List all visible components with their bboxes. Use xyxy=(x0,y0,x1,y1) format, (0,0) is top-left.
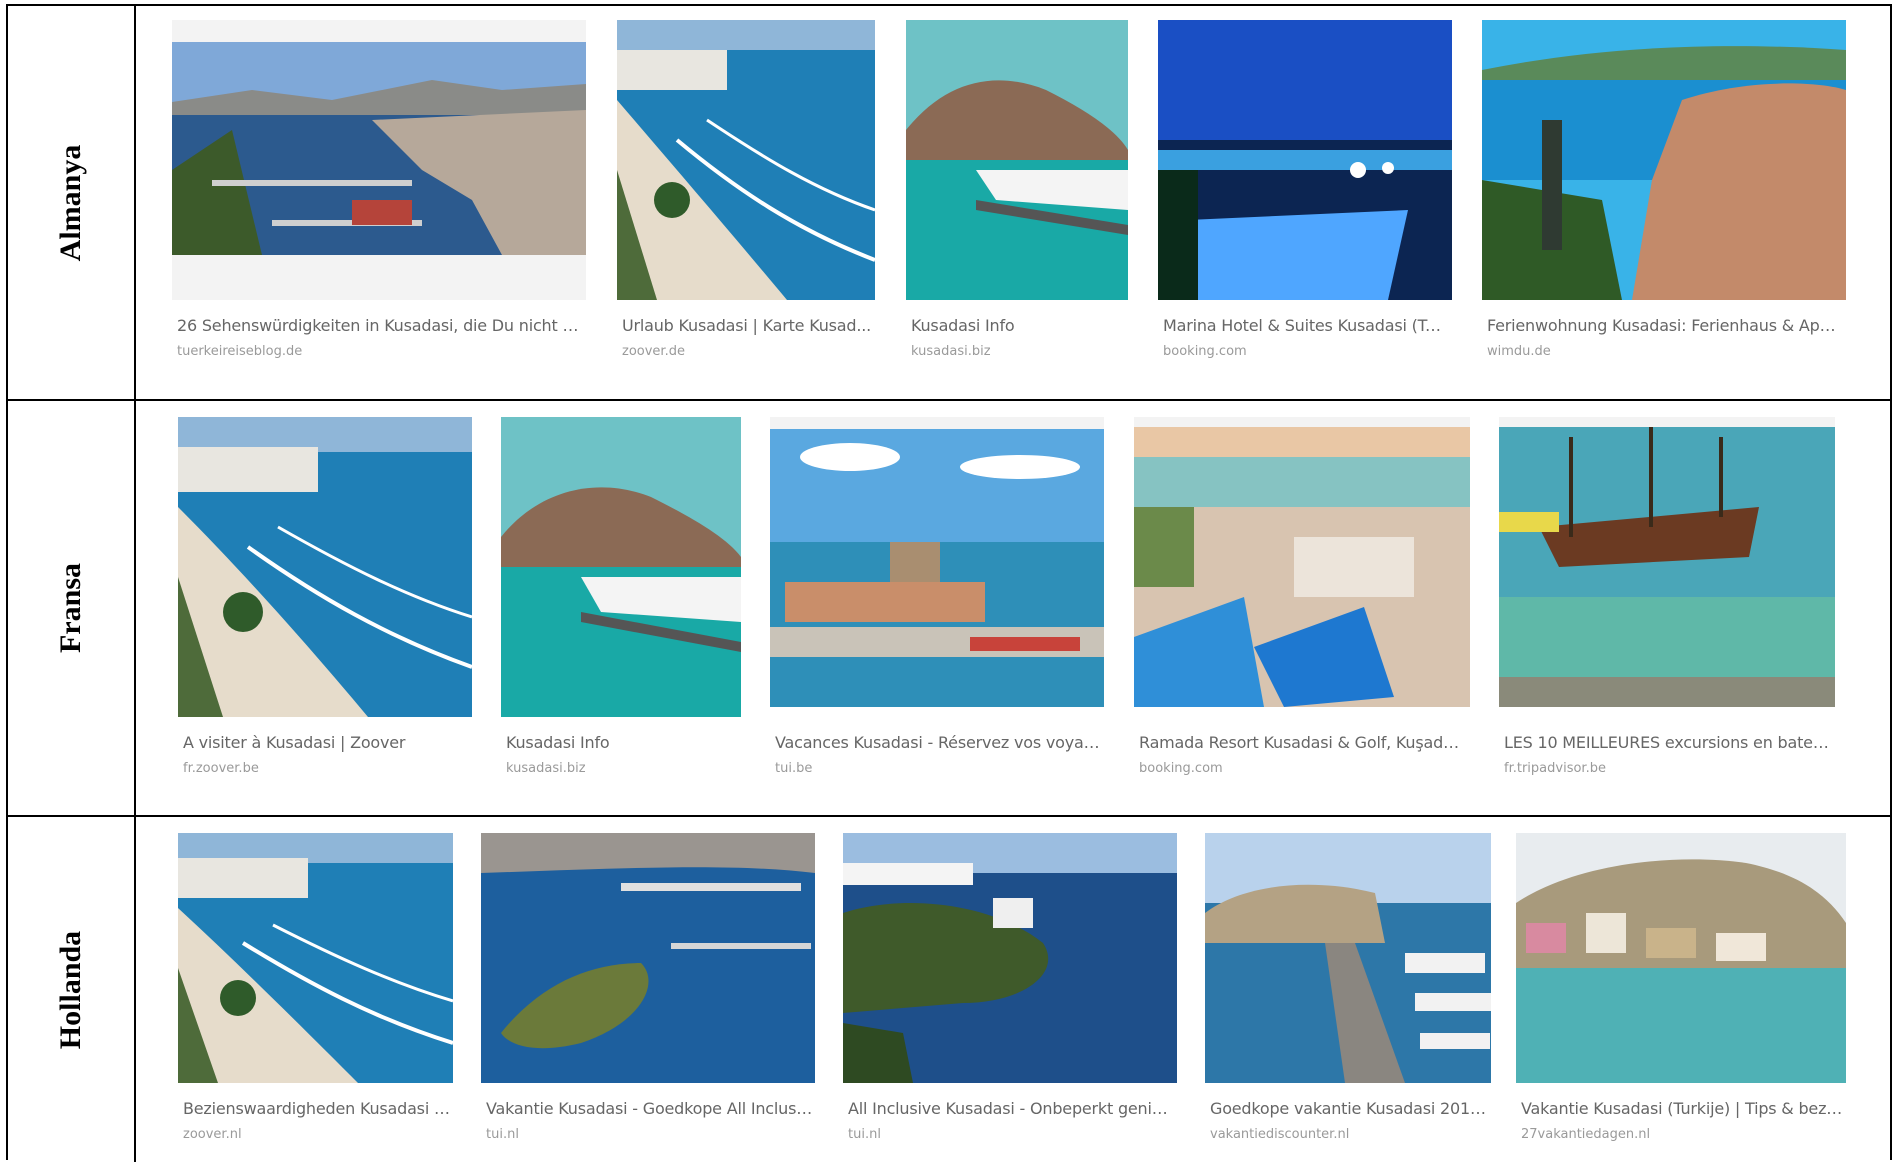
peninsula-icon[interactable] xyxy=(843,833,1177,1083)
country-label: Fransa xyxy=(54,563,87,653)
result-source[interactable]: vakantiediscounter.nl xyxy=(1210,1127,1489,1142)
result-source[interactable]: zoover.nl xyxy=(183,1127,451,1142)
result-title[interactable]: Kusadasi Info xyxy=(506,733,739,752)
result-title[interactable]: All Inclusive Kusadasi - Onbeperkt genie… xyxy=(848,1099,1175,1118)
statue-bay-icon[interactable] xyxy=(1482,20,1846,300)
beach-icon[interactable] xyxy=(617,20,875,300)
image-result-card[interactable]: Ramada Resort Kusadasi & Golf, Kuşadası.… xyxy=(1134,417,1470,797)
image-result-card[interactable]: Vakantie Kusadasi - Goedkope All Inclusi… xyxy=(481,833,815,1153)
image-result-card[interactable]: A visiter à Kusadasi | Zoover fr.zoover.… xyxy=(178,417,472,797)
result-title[interactable]: Ferienwohnung Kusadasi: Ferienhaus & Apa… xyxy=(1487,316,1844,335)
result-source[interactable]: kusadasi.biz xyxy=(911,344,1126,359)
image-result-card[interactable]: Vacances Kusadasi - Réservez vos voyage … xyxy=(770,417,1104,797)
image-result-card[interactable]: Goedkope vakantie Kusadasi 2019 | ... va… xyxy=(1205,833,1491,1153)
resort-pool-icon[interactable] xyxy=(1134,417,1470,707)
result-title[interactable]: Vakantie Kusadasi (Turkije) | Tips & bez… xyxy=(1521,1099,1844,1118)
result-title[interactable]: Vakantie Kusadasi - Goedkope All Inclusi… xyxy=(486,1099,813,1118)
result-source[interactable]: tui.be xyxy=(775,761,1102,776)
country-label: Almanya xyxy=(54,144,87,261)
result-source[interactable]: fr.tripadvisor.be xyxy=(1504,761,1833,776)
country-label: Hollanda xyxy=(54,930,87,1049)
beach-icon[interactable] xyxy=(178,833,453,1083)
result-title[interactable]: Vacances Kusadasi - Réservez vos voyage … xyxy=(775,733,1102,752)
country-label-cell: Fransa xyxy=(8,401,136,815)
country-label-cell: Almanya xyxy=(8,6,136,399)
result-title[interactable]: A visiter à Kusadasi | Zoover xyxy=(183,733,470,752)
pirate-ship-icon[interactable] xyxy=(1499,417,1835,707)
table-row-fransa: Fransa A visiter à Kusadasi | Zoover fr.… xyxy=(8,401,1890,817)
result-source[interactable]: zoover.de xyxy=(622,344,873,359)
result-title[interactable]: Bezienswaardigheden Kusadasi - ... xyxy=(183,1099,451,1118)
result-source[interactable]: booking.com xyxy=(1139,761,1468,776)
castle-harbor-icon[interactable] xyxy=(770,417,1104,707)
cruise-ship-icon[interactable] xyxy=(501,417,741,717)
image-result-card[interactable]: Kusadasi Info kusadasi.biz xyxy=(906,20,1128,380)
table-row-hollanda: Hollanda Bezienswaardigheden Kusadasi - … xyxy=(8,817,1890,1162)
result-source[interactable]: fr.zoover.be xyxy=(183,761,470,776)
result-source[interactable]: tui.nl xyxy=(486,1127,813,1142)
image-result-card[interactable]: Bezienswaardigheden Kusadasi - ... zoove… xyxy=(178,833,453,1153)
search-results-comparison-table: Almanya 26 Sehenswürdigkeiten in Kusadas… xyxy=(6,4,1892,1162)
cruise-ship-icon[interactable] xyxy=(906,20,1128,300)
result-source[interactable]: tui.nl xyxy=(848,1127,1175,1142)
result-title[interactable]: Urlaub Kusadasi | Karte Kusad... xyxy=(622,316,873,335)
island-aerial-icon[interactable] xyxy=(481,833,815,1083)
result-source[interactable]: tuerkeireiseblog.de xyxy=(177,344,584,359)
image-result-card[interactable]: Ferienwohnung Kusadasi: Ferienhaus & Apa… xyxy=(1482,20,1846,380)
result-title[interactable]: Marina Hotel & Suites Kusadasi (Tür... xyxy=(1163,316,1450,335)
causeway-fort-icon[interactable] xyxy=(1205,833,1491,1083)
panorama-bay-icon[interactable] xyxy=(172,20,586,300)
image-result-card[interactable]: Marina Hotel & Suites Kusadasi (Tür... b… xyxy=(1158,20,1452,380)
image-result-card[interactable]: Vakantie Kusadasi (Turkije) | Tips & bez… xyxy=(1516,833,1846,1153)
result-title[interactable]: 26 Sehenswürdigkeiten in Kusadasi, die D… xyxy=(177,316,584,335)
country-label-cell: Hollanda xyxy=(8,817,136,1162)
result-source[interactable]: booking.com xyxy=(1163,344,1450,359)
night-pool-icon[interactable] xyxy=(1158,20,1452,300)
image-result-card[interactable]: LES 10 MEILLEURES excursions en batea...… xyxy=(1499,417,1835,797)
image-result-card[interactable]: 26 Sehenswürdigkeiten in Kusadasi, die D… xyxy=(172,20,586,380)
hillside-town-icon[interactable] xyxy=(1516,833,1846,1083)
result-source[interactable]: 27vakantiedagen.nl xyxy=(1521,1127,1844,1142)
result-title[interactable]: Goedkope vakantie Kusadasi 2019 | ... xyxy=(1210,1099,1489,1118)
result-source[interactable]: wimdu.de xyxy=(1487,344,1844,359)
result-title[interactable]: LES 10 MEILLEURES excursions en batea... xyxy=(1504,733,1833,752)
image-result-card[interactable]: All Inclusive Kusadasi - Onbeperkt genie… xyxy=(843,833,1177,1153)
table-row-almanya: Almanya 26 Sehenswürdigkeiten in Kusadas… xyxy=(8,6,1890,401)
image-result-card[interactable]: Kusadasi Info kusadasi.biz xyxy=(501,417,741,797)
result-title[interactable]: Ramada Resort Kusadasi & Golf, Kuşadası.… xyxy=(1139,733,1468,752)
result-title[interactable]: Kusadasi Info xyxy=(911,316,1126,335)
result-source[interactable]: kusadasi.biz xyxy=(506,761,739,776)
beach-icon[interactable] xyxy=(178,417,472,717)
image-result-card[interactable]: Urlaub Kusadasi | Karte Kusad... zoover.… xyxy=(617,20,875,380)
